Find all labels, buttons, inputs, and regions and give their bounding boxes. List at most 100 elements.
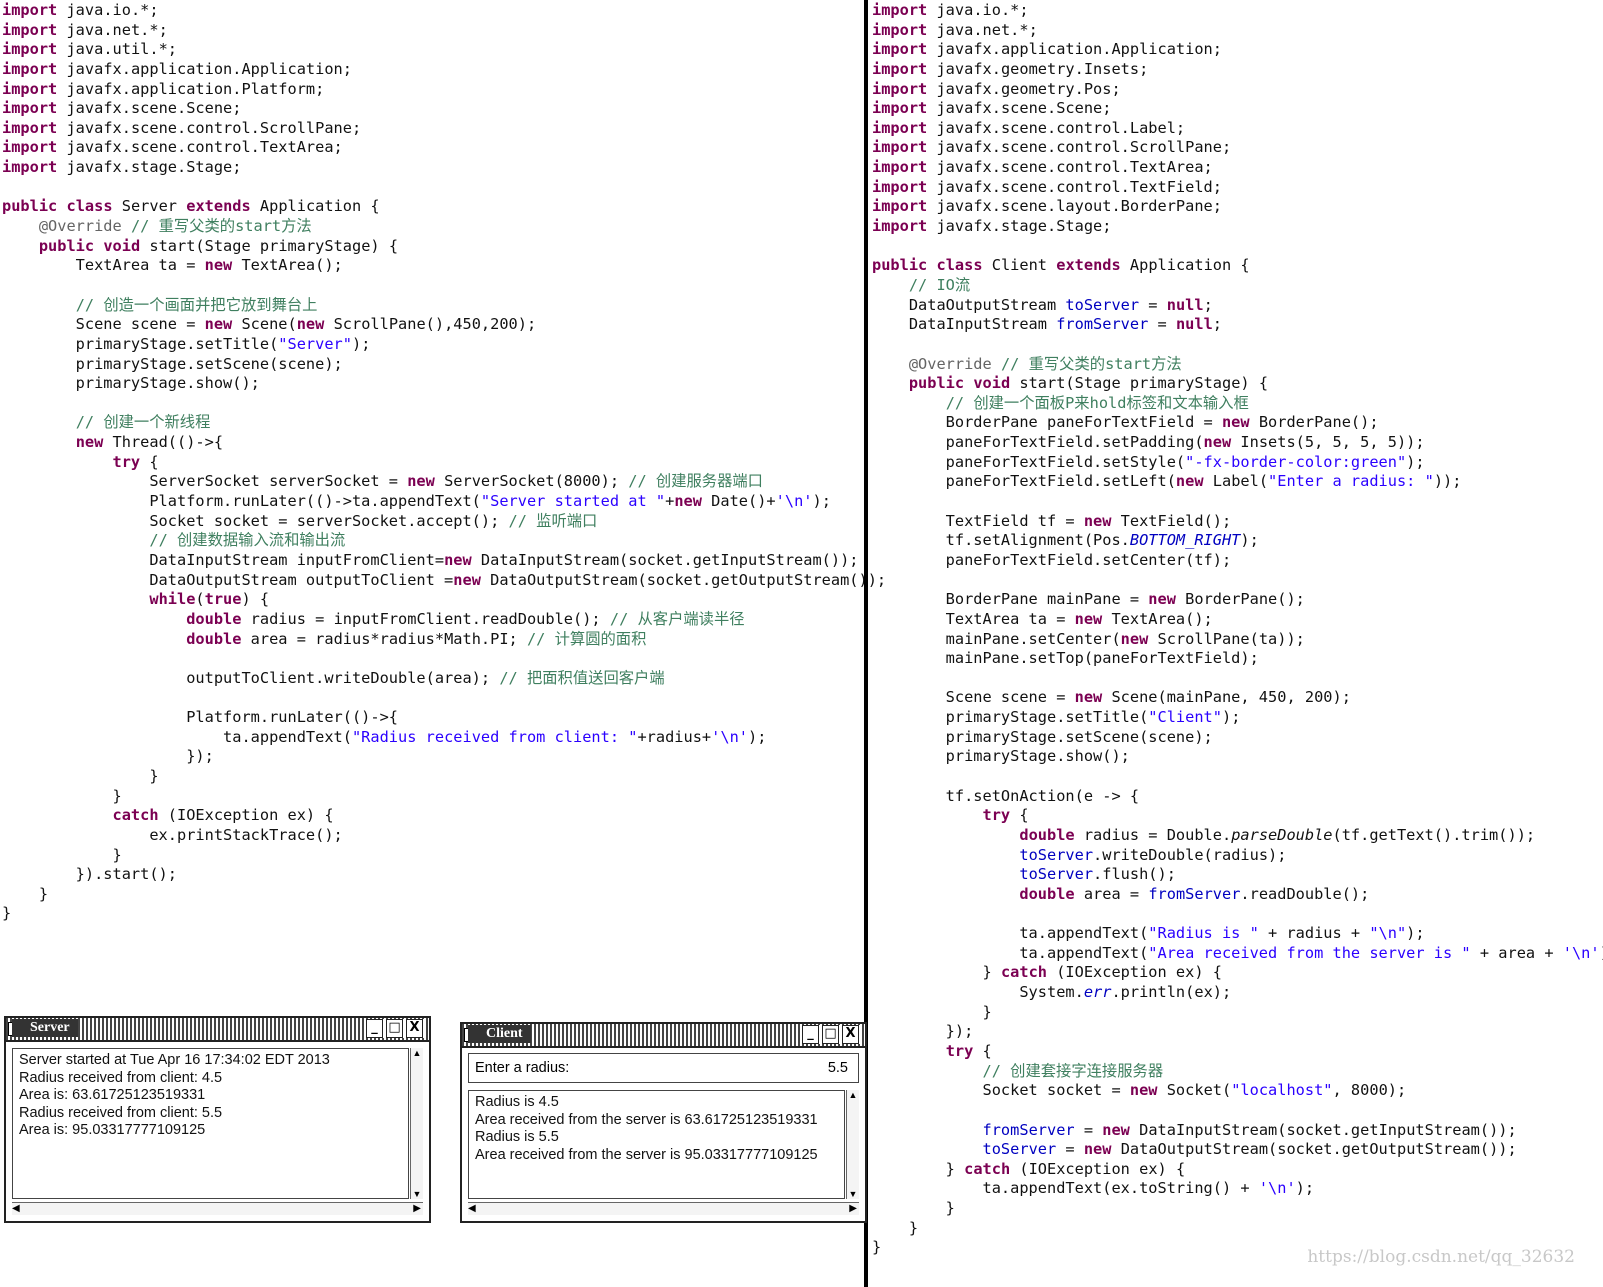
close-icon[interactable]: X xyxy=(842,1025,859,1044)
log-line: Area is: 95.03317777109125 xyxy=(19,1122,206,1138)
code-line: TextArea ta = new TextArea(); xyxy=(872,609,1213,628)
code-line: paneForTextField.setLeft(new Label("Ente… xyxy=(872,472,1462,491)
code-line: } xyxy=(2,766,159,785)
scroll-down-icon[interactable]: ▼ xyxy=(847,1189,859,1199)
code-line: // 创建一个新线程 xyxy=(75,413,211,432)
code-line: import javafx.application.Application; xyxy=(872,40,1222,59)
radius-input[interactable]: 5.5 xyxy=(828,1054,848,1082)
code-line: primaryStage.setTitle("Client"); xyxy=(872,708,1241,727)
code-line: public class Server extends Application … xyxy=(2,197,380,216)
code-line: paneForTextField.setCenter(tf); xyxy=(872,550,1232,569)
scroll-left-icon[interactable]: ◀ xyxy=(12,1203,20,1214)
log-line: Radius received from client: 4.5 xyxy=(19,1069,223,1086)
code-line: Platform.runLater(()->ta.appendText("Ser… xyxy=(2,492,831,511)
code-line: import javafx.application.Application; xyxy=(2,59,352,78)
code-line: @Override // 重写父类的start方法 xyxy=(908,354,1182,373)
server-window: Server _ □ X Server started at Tue Apr 1… xyxy=(4,1016,431,1223)
code-line: while(true) { xyxy=(149,590,270,609)
code-line: // 创建一个面板P来hold标签和文本输入框 xyxy=(945,393,1249,412)
scroll-right-icon[interactable]: ▶ xyxy=(849,1203,857,1215)
code-line: BorderPane mainPane = new BorderPane(); xyxy=(872,590,1305,609)
code-line: } catch (IOException ex) { xyxy=(872,963,1222,982)
code-line: Scene scene = new Scene(mainPane, 450, 2… xyxy=(872,688,1351,707)
code-line: import javafx.geometry.Insets; xyxy=(872,59,1149,78)
code-line: } xyxy=(872,1218,919,1237)
scroll-left-icon[interactable]: ◀ xyxy=(468,1203,476,1214)
scroll-up-icon[interactable]: ▲ xyxy=(411,1048,423,1058)
code-line: import java.io.*; xyxy=(2,1,159,19)
code-line: ta.appendText("Radius is " + radius + "\… xyxy=(872,924,1425,943)
code-line: outputToClient.writeDouble(area); // 把面积… xyxy=(2,668,665,687)
code-line: double radius = Double.parseDouble(tf.ge… xyxy=(1019,825,1536,844)
code-line: paneForTextField.setStyle("-fx-border-co… xyxy=(872,452,1425,471)
scroll-right-icon[interactable]: ▶ xyxy=(413,1203,421,1215)
code-line: Socket socket = new Socket("localhost", … xyxy=(872,1081,1407,1100)
code-line: System.err.println(ex); xyxy=(872,983,1232,1002)
code-line: double area = radius*radius*Math.PI; // … xyxy=(186,629,647,648)
code-line: public class Client extends Application … xyxy=(872,256,1250,275)
code-line: Scene scene = new Scene(new ScrollPane()… xyxy=(2,315,537,334)
horizontal-scrollbar[interactable]: ◀ ▶ xyxy=(12,1202,423,1215)
maximize-icon[interactable]: □ xyxy=(386,1019,403,1038)
code-line: } xyxy=(2,786,122,805)
code-line: DataInputStream fromServer = null; xyxy=(872,315,1223,334)
horizontal-scrollbar[interactable]: ◀ ▶ xyxy=(468,1202,859,1215)
code-line: public void start(Stage primaryStage) { xyxy=(908,374,1269,393)
code-line: paneForTextField.setPadding(new Insets(5… xyxy=(872,433,1425,452)
client-code-listing: import java.io.*; import java.net.*; impor… xyxy=(872,1,1603,1258)
code-line: // 创建套接字连接服务器 xyxy=(982,1061,1164,1080)
code-line: @Override // 重写父类的start方法 xyxy=(38,217,312,236)
code-line: // 创造一个画面并把它放到舞台上 xyxy=(75,295,318,314)
scroll-down-icon[interactable]: ▼ xyxy=(411,1189,423,1199)
code-line: import javafx.scene.control.TextField; xyxy=(872,177,1222,196)
code-line: }); xyxy=(2,747,214,766)
code-line: import javafx.stage.Stage; xyxy=(2,158,242,177)
code-line: new Thread(()->{ xyxy=(75,433,224,452)
log-line: Radius received from client: 5.5 xyxy=(19,1104,223,1121)
scroll-up-icon[interactable]: ▲ xyxy=(847,1090,859,1100)
code-line: primaryStage.show(); xyxy=(2,374,260,393)
server-text-area[interactable]: Server started at Tue Apr 16 17:34:02 ED… xyxy=(12,1048,409,1199)
code-line: } xyxy=(872,1199,955,1218)
server-window-controls: _ □ X xyxy=(364,1019,425,1038)
code-line: }); xyxy=(872,1022,974,1041)
code-line: } catch (IOException ex) { xyxy=(872,1159,1186,1178)
code-line: primaryStage.setTitle("Server"); xyxy=(2,334,371,353)
code-line: import javafx.application.Platform; xyxy=(2,79,325,98)
log-line: Area is: 63.61725123519331 xyxy=(19,1087,206,1103)
code-line: } xyxy=(2,845,122,864)
client-titlebar[interactable]: Client _ □ X xyxy=(462,1024,865,1048)
code-line: try { xyxy=(945,1041,992,1060)
code-line: toServer = new DataOutputStream(socket.g… xyxy=(982,1140,1517,1159)
radius-label: Enter a radius: xyxy=(475,1060,570,1076)
code-line: // IO流 xyxy=(908,275,971,294)
code-line: } xyxy=(2,904,12,923)
close-icon[interactable]: X xyxy=(406,1019,423,1038)
code-line: primaryStage.setScene(scene); xyxy=(872,727,1213,746)
code-line: import java.io.*; xyxy=(872,1,1029,19)
maximize-icon[interactable]: □ xyxy=(822,1025,839,1044)
vertical-scrollbar[interactable]: ▲ ▼ xyxy=(846,1090,859,1199)
code-line: try { xyxy=(982,806,1029,825)
code-line: ex.printStackTrace(); xyxy=(2,825,343,844)
minimize-icon[interactable]: _ xyxy=(366,1019,383,1038)
code-line: toServer.writeDouble(radius); xyxy=(1019,845,1287,864)
code-line: import java.net.*; xyxy=(872,20,1038,39)
code-line: public void start(Stage primaryStage) { xyxy=(38,236,399,255)
code-line: import javafx.scene.control.ScrollPane; xyxy=(2,118,362,137)
minimize-icon[interactable]: _ xyxy=(802,1025,819,1044)
log-line: Area received from the server is 95.0331… xyxy=(475,1146,818,1163)
code-line: import javafx.scene.control.Label; xyxy=(872,118,1186,137)
server-titlebar[interactable]: Server _ □ X xyxy=(6,1018,429,1042)
vertical-scrollbar[interactable]: ▲ ▼ xyxy=(410,1048,423,1199)
client-text-area[interactable]: Radius is 4.5 Area received from the ser… xyxy=(468,1090,845,1199)
